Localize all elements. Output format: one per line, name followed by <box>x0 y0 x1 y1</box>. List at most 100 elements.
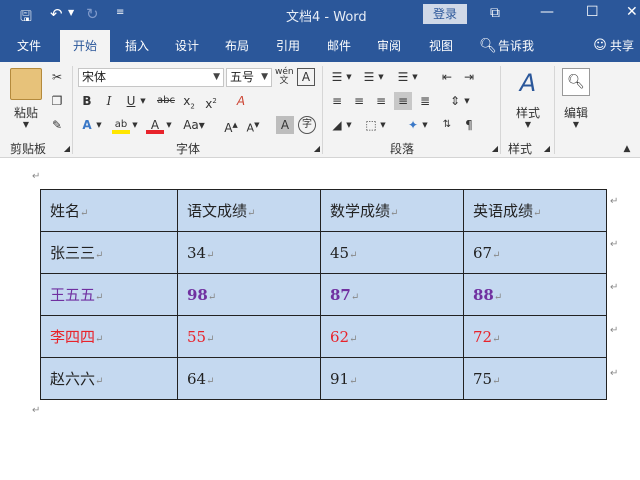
paragraph-launcher-icon[interactable]: ◢ <box>486 140 504 158</box>
table-cell[interactable]: 64↵ <box>177 357 321 400</box>
tab-layout[interactable]: 布局 <box>214 30 260 62</box>
bold-icon[interactable]: B <box>78 92 96 110</box>
tab-home[interactable]: 开始 <box>60 30 110 62</box>
clear-formatting-icon[interactable]: A <box>232 92 250 110</box>
share-button[interactable]: 共享 <box>610 30 640 62</box>
table-cell[interactable]: 张三三↵ <box>40 231 178 274</box>
table-cell[interactable]: 91↵ <box>320 357 464 400</box>
font-name-combo[interactable]: 宋体 ▼ <box>78 68 224 87</box>
table-cell[interactable]: 55↵ <box>177 315 321 358</box>
styles-dropdown-icon[interactable]: ▼ <box>522 120 534 129</box>
table-header-row: 姓名↵ 语文成绩↵ 数学成绩↵ 英语成绩↵ <box>40 189 607 232</box>
paste-dropdown-icon[interactable]: ▼ <box>20 120 32 129</box>
tab-mailings[interactable]: 邮件 <box>316 30 362 62</box>
font-launcher-icon[interactable]: ◢ <box>308 140 326 158</box>
align-center-icon[interactable]: ≡ <box>350 92 368 110</box>
editing-button[interactable]: 编辑 <box>556 104 596 121</box>
score-table[interactable]: 姓名↵ 语文成绩↵ 数学成绩↵ 英语成绩↵ 张三三↵ 34↵ 45↵ 67↵ 王… <box>40 189 607 400</box>
copy-icon[interactable]: ❐ <box>48 92 66 110</box>
text-effects-dropdown-icon[interactable]: ▼ <box>94 116 104 134</box>
tab-insert[interactable]: 插入 <box>114 30 160 62</box>
show-marks-icon[interactable]: ¶ <box>460 116 478 134</box>
styles-button[interactable]: 样式 <box>508 104 548 121</box>
enclose-characters-icon[interactable]: 字 <box>298 116 316 134</box>
ribbon-display-icon[interactable]: ⧉ <box>490 5 500 21</box>
table-header-cell[interactable]: 姓名↵ <box>40 189 178 232</box>
undo-dropdown-icon[interactable]: ▼ <box>68 8 74 17</box>
share-icon[interactable]: ☺ <box>592 30 608 62</box>
font-size-combo[interactable]: 五号 ▼ <box>226 68 272 87</box>
table-cell[interactable]: 98↵ <box>177 273 321 316</box>
tell-me-box[interactable]: 告诉我 <box>498 30 544 62</box>
character-shading-icon[interactable]: A <box>276 116 294 134</box>
justify-icon[interactable]: ≡ <box>394 92 412 110</box>
find-icon[interactable]: 🔍︎ <box>562 68 590 96</box>
bullets-dropdown-icon[interactable]: ▼ <box>344 68 354 86</box>
align-left-icon[interactable]: ≡ <box>328 92 346 110</box>
table-header-cell[interactable]: 英语成绩↵ <box>463 189 607 232</box>
paste-button[interactable]: 粘贴 <box>6 104 46 121</box>
redo-icon[interactable]: ↻ <box>86 5 99 23</box>
superscript-icon[interactable]: x2 <box>202 92 220 111</box>
subscript-icon[interactable]: x2 <box>180 92 198 110</box>
cut-icon[interactable]: ✂ <box>48 68 66 86</box>
save-icon[interactable]: 🖫 <box>20 6 32 30</box>
table-cell[interactable]: 87↵ <box>320 273 464 316</box>
change-case-icon[interactable]: Aa▾ <box>180 116 208 134</box>
highlight-dropdown-icon[interactable]: ▼ <box>130 116 140 134</box>
table-cell[interactable]: 45↵ <box>320 231 464 274</box>
align-right-icon[interactable]: ≡ <box>372 92 390 110</box>
tab-view[interactable]: 视图 <box>418 30 464 62</box>
grow-font-icon[interactable]: A▲ <box>222 116 240 135</box>
character-border-icon[interactable]: A <box>297 68 315 86</box>
tab-references[interactable]: 引用 <box>264 30 312 62</box>
italic-icon[interactable]: I <box>100 92 118 110</box>
cell-mark: ↵ <box>247 208 256 219</box>
maximize-icon[interactable]: ☐ <box>586 4 599 20</box>
editing-dropdown-icon[interactable]: ▼ <box>570 120 582 129</box>
close-icon[interactable]: ✕ <box>626 4 638 20</box>
pinyin-guide-icon[interactable]: wén 文 <box>275 68 294 86</box>
customize-qat-icon[interactable]: ≡ <box>116 7 124 18</box>
undo-icon[interactable]: ↶ <box>50 5 63 23</box>
paste-icon[interactable] <box>10 68 42 100</box>
table-cell[interactable]: 88↵ <box>463 273 607 316</box>
tab-review[interactable]: 审阅 <box>366 30 412 62</box>
table-cell[interactable]: 62↵ <box>320 315 464 358</box>
increase-indent-icon[interactable]: ⇥ <box>460 68 478 86</box>
table-cell[interactable]: 李四四↵ <box>40 315 178 358</box>
distributed-icon[interactable]: ≣ <box>416 92 434 110</box>
tab-file[interactable]: 文件 <box>6 30 52 62</box>
table-cell[interactable]: 34↵ <box>177 231 321 274</box>
table-cell[interactable]: 王五五↵ <box>40 273 178 316</box>
chinese-layout-dropdown-icon[interactable]: ▼ <box>420 116 430 134</box>
numbering-dropdown-icon[interactable]: ▼ <box>376 68 386 86</box>
table-header-cell[interactable]: 数学成绩↵ <box>320 189 464 232</box>
borders-dropdown-icon[interactable]: ▼ <box>378 116 388 134</box>
styles-icon[interactable]: A <box>512 68 544 98</box>
tab-design[interactable]: 设计 <box>164 30 210 62</box>
login-button[interactable]: 登录 <box>423 4 467 24</box>
collapse-ribbon-icon[interactable]: ▲ <box>618 140 636 158</box>
table-cell[interactable]: 赵六六↵ <box>40 357 178 400</box>
clipboard-launcher-icon[interactable]: ◢ <box>58 140 76 158</box>
sort-icon[interactable]: ⇅ <box>438 116 456 134</box>
minimize-icon[interactable]: — <box>540 4 554 20</box>
shading-dropdown-icon[interactable]: ▼ <box>344 116 354 134</box>
font-color-dropdown-icon[interactable]: ▼ <box>164 116 174 134</box>
multilevel-dropdown-icon[interactable]: ▼ <box>410 68 420 86</box>
underline-dropdown-icon[interactable]: ▼ <box>138 92 148 110</box>
table-header-cell[interactable]: 语文成绩↵ <box>177 189 321 232</box>
table-cell[interactable]: 75↵ <box>463 357 607 400</box>
highlight-color-icon[interactable]: ab <box>112 116 130 134</box>
strikethrough-icon[interactable]: abc <box>154 92 178 110</box>
line-spacing-dropdown-icon[interactable]: ▼ <box>462 92 472 110</box>
shrink-font-icon[interactable]: A▼ <box>244 116 262 135</box>
font-color-icon[interactable]: A <box>146 116 164 134</box>
decrease-indent-icon[interactable]: ⇤ <box>438 68 456 86</box>
search-icon[interactable]: 🔍︎ <box>478 30 498 62</box>
table-cell[interactable]: 67↵ <box>463 231 607 274</box>
table-cell[interactable]: 72↵ <box>463 315 607 358</box>
format-painter-icon[interactable]: ✎ <box>48 116 66 134</box>
document-canvas[interactable]: ↵ 姓名↵ 语文成绩↵ 数学成绩↵ 英语成绩↵ 张三三↵ 34↵ 45↵ 67↵… <box>0 159 640 480</box>
